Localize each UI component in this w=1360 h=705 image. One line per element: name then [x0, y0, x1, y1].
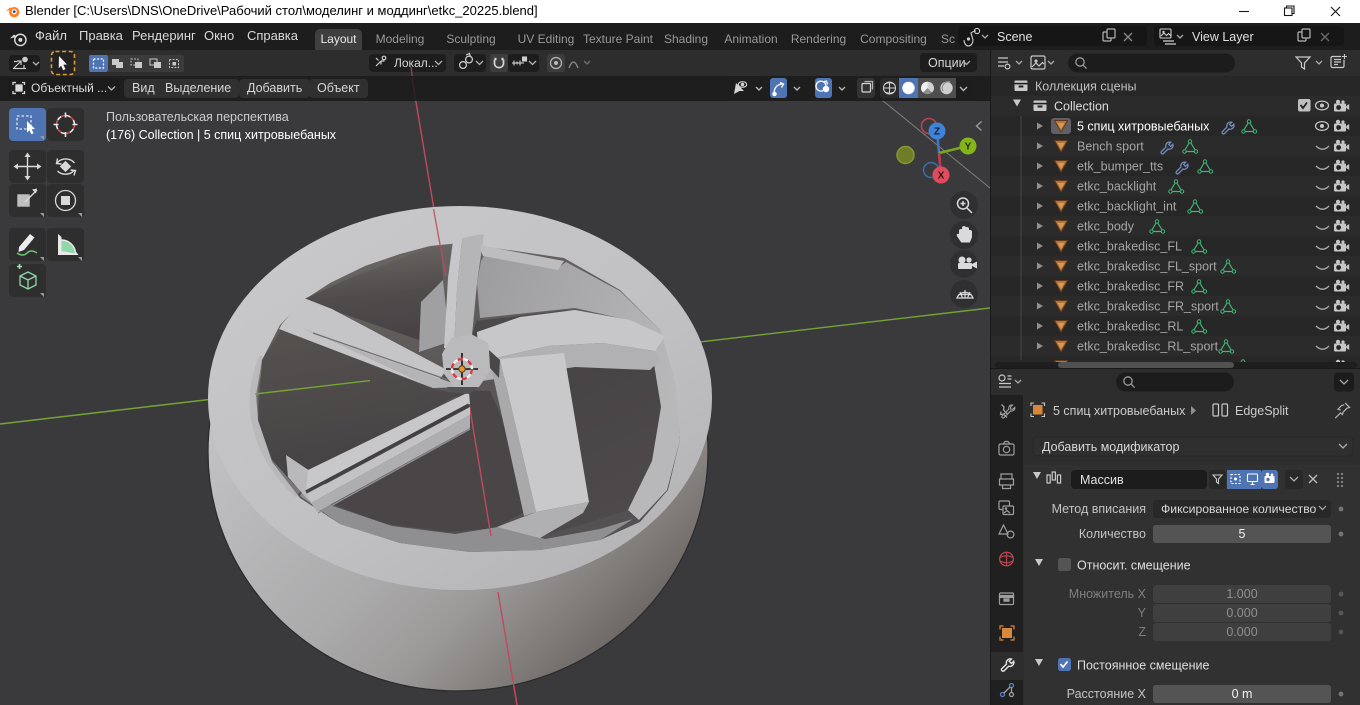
svg-text:Добавить модификатор: Добавить модификатор [1042, 440, 1179, 454]
svg-text:etkc_brakedisc_FR: etkc_brakedisc_FR [1077, 280, 1184, 294]
svg-text:Расстояние X: Расстояние X [1067, 687, 1147, 701]
svg-text:etkc_brakedisc_RL: etkc_brakedisc_RL [1077, 320, 1183, 334]
svg-text:Bench sport: Bench sport [1077, 140, 1144, 154]
svg-text:Метод вписания: Метод вписания [1052, 502, 1146, 516]
svg-text:etkc_backlight: etkc_backlight [1077, 180, 1157, 194]
svg-text:etkc_brakedisc_FR_sport: etkc_brakedisc_FR_sport [1077, 300, 1219, 314]
svg-text:View Layer: View Layer [1192, 30, 1254, 44]
svg-text:0 m: 0 m [1232, 687, 1253, 701]
svg-text:Z: Z [1138, 625, 1146, 639]
svg-text:0.000: 0.000 [1226, 606, 1257, 620]
svg-text:5 спиц хитровыебаных: 5 спиц хитровыебаных [1053, 404, 1186, 418]
svg-text:Фиксированное количество: Фиксированное количество [1161, 502, 1317, 516]
svg-text:5 спиц хитровыебаных: 5 спиц хитровыебаных [1077, 120, 1210, 134]
svg-text:etkc_backlight_int: etkc_backlight_int [1077, 200, 1177, 214]
svg-text:etkc_brakedisc_FL_sport: etkc_brakedisc_FL_sport [1077, 260, 1217, 274]
svg-text:etkc_body: etkc_body [1077, 220, 1135, 234]
svg-text:Относит. смещение: Относит. смещение [1077, 559, 1191, 573]
svg-text:5: 5 [1239, 527, 1246, 541]
svg-text:Y: Y [965, 142, 972, 153]
svg-text:etkc_brakedisc_RL_sport: etkc_brakedisc_RL_sport [1077, 340, 1219, 354]
svg-text:etkc_brakedisc_FL: etkc_brakedisc_FL [1077, 240, 1182, 254]
svg-text:Коллекция сцены: Коллекция сцены [1035, 80, 1136, 94]
svg-text:Collection: Collection [1054, 100, 1109, 114]
svg-text:1.000: 1.000 [1226, 587, 1257, 601]
svg-text:X: X [938, 171, 945, 182]
svg-text:Y: Y [1138, 606, 1147, 620]
svg-text:Scene: Scene [997, 30, 1032, 44]
svg-text:0.000: 0.000 [1226, 625, 1257, 639]
svg-text:Множитель X: Множитель X [1069, 587, 1147, 601]
svg-text:Опции: Опции [928, 56, 966, 70]
svg-text:Количество: Количество [1079, 527, 1146, 541]
svg-text:Постоянное смещение: Постоянное смещение [1077, 659, 1209, 673]
svg-text:Локал...: Локал... [394, 56, 438, 70]
svg-text:Массив: Массив [1080, 473, 1124, 487]
svg-text:Z: Z [934, 127, 940, 138]
svg-text:etk_bumper_tts: etk_bumper_tts [1077, 160, 1163, 174]
svg-text:EdgeSplit: EdgeSplit [1235, 404, 1289, 418]
